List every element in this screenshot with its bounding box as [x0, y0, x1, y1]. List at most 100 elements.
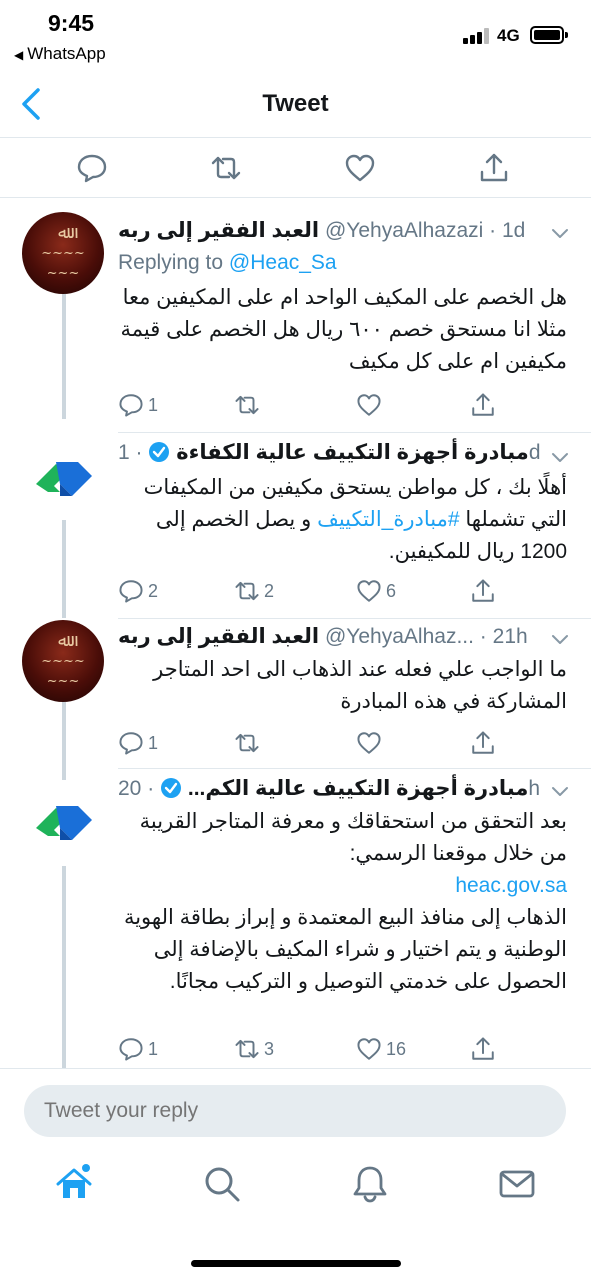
reply-button[interactable]: 1	[118, 728, 158, 758]
reply-icon	[119, 394, 143, 417]
reply-composer	[0, 1068, 591, 1150]
avatar-calligraphy: ~~~	[46, 674, 80, 689]
like-icon	[357, 394, 381, 416]
share-button[interactable]	[470, 1034, 496, 1064]
status-back-to-app[interactable]: ◀ WhatsApp	[14, 44, 106, 64]
share-button[interactable]	[470, 728, 496, 758]
new-content-dot	[82, 1164, 90, 1172]
tweet-text: بعد التحقق من استحقاقك و معرفة المتاجر ا…	[118, 806, 567, 998]
chevron-down-icon[interactable]	[549, 222, 571, 244]
chevron-down-icon[interactable]	[549, 628, 571, 650]
avatar[interactable]: ﷲ ~~~~ ~~~	[22, 620, 104, 702]
like-icon[interactable]	[344, 152, 376, 184]
reply-count: 1	[148, 394, 159, 415]
reply-count: 1	[148, 732, 159, 753]
replying-label: Replying to	[118, 251, 224, 274]
retweet-button[interactable]: 2	[234, 576, 274, 606]
reply-button[interactable]: 2	[118, 576, 158, 606]
mention-link[interactable]: @Heac_Sa	[229, 251, 337, 274]
avatar-calligraphy: ~~~	[46, 266, 80, 281]
tweet-actions: 1 3 16	[118, 1034, 498, 1064]
network-type: 4G	[497, 26, 520, 45]
reply-icon	[119, 1038, 143, 1061]
thread-line	[62, 520, 66, 618]
tweet-actions: 1	[118, 390, 498, 420]
tweet-actions: 2 2 6	[118, 576, 498, 606]
like-button[interactable]	[356, 728, 386, 758]
like-button[interactable]: 6	[356, 576, 396, 606]
retweet-button[interactable]	[234, 390, 264, 420]
retweet-count: 3	[264, 1038, 275, 1059]
like-icon	[357, 1038, 381, 1060]
chevron-down-icon[interactable]	[549, 780, 571, 802]
divider	[118, 618, 591, 619]
verified-badge-icon	[149, 442, 170, 462]
display-name[interactable]: العبد الفقير إلى ربه	[118, 625, 319, 648]
reply-button[interactable]: 1	[118, 1034, 158, 1064]
share-icon	[472, 579, 494, 602]
tweet-text: أهلًا بك ، كل مواطن يستحق مكيفين من المك…	[118, 472, 567, 568]
verified-badge-icon	[161, 778, 182, 798]
page-title: Tweet	[262, 90, 329, 117]
like-button[interactable]: 16	[356, 1034, 406, 1064]
messages-icon[interactable]	[497, 1164, 537, 1204]
share-icon[interactable]	[478, 152, 510, 184]
divider	[118, 432, 591, 433]
retweet-icon[interactable]	[210, 152, 242, 184]
hashtag-link[interactable]: #مبادرة_التكييف	[317, 508, 459, 531]
dot-separator: ·	[479, 625, 487, 648]
share-button[interactable]	[470, 390, 496, 420]
share-button[interactable]	[470, 576, 496, 606]
avatar-calligraphy: ~~~~	[41, 246, 85, 261]
avatar[interactable]	[22, 436, 104, 518]
share-icon	[472, 1037, 494, 1060]
nav-bar: Tweet	[0, 72, 591, 138]
like-count: 6	[386, 580, 397, 601]
reply-count: 1	[148, 1038, 159, 1059]
retweet-button[interactable]: 3	[234, 1034, 274, 1064]
avatar[interactable]: ﷲ ~~~~ ~~~	[22, 212, 104, 294]
reply-button[interactable]: 1	[118, 390, 158, 420]
status-time: 9:45	[48, 10, 95, 36]
retweet-button[interactable]	[234, 728, 264, 758]
status-back-label: WhatsApp	[27, 44, 106, 63]
dot-separator: ·	[147, 777, 155, 800]
tweet-actions: 1	[118, 728, 498, 758]
chevron-down-icon[interactable]	[549, 446, 571, 468]
tweet-header: العبد الفقير إلى ربه @YehyaAlhaz... · 21…	[118, 624, 571, 654]
back-triangle-icon: ◀	[14, 48, 24, 62]
timestamp: 21h	[492, 625, 528, 648]
status-bar: 9:45 ◀ WhatsApp 4G	[0, 0, 591, 72]
tweet-text: ما الواجب علي فعله عند الذهاب الى احد ال…	[153, 658, 567, 713]
handle[interactable]: @YehyaAlhaz...	[325, 625, 474, 648]
home-indicator[interactable]	[191, 1260, 401, 1267]
like-icon	[357, 580, 381, 602]
battery-icon	[530, 26, 568, 44]
handle[interactable]: @YehyaAlhazazi	[325, 219, 483, 242]
retweet-icon	[235, 733, 259, 753]
display-name[interactable]: مبادرة أجهزة التكييف عالية الكفاءة	[176, 441, 529, 464]
search-icon[interactable]	[202, 1164, 242, 1204]
reply-icon[interactable]	[76, 152, 108, 184]
signal-icon	[463, 28, 491, 44]
like-count: 16	[386, 1038, 407, 1059]
divider	[118, 768, 591, 769]
like-button[interactable]	[356, 390, 386, 420]
share-icon	[472, 731, 494, 754]
display-name[interactable]: العبد الفقير إلى ربه	[118, 219, 319, 242]
notifications-icon[interactable]	[350, 1164, 390, 1204]
heac-logo-icon	[36, 462, 92, 496]
tweet-text: هل الخصم على المكيف الواحد ام على المكيف…	[120, 286, 567, 373]
retweet-icon	[235, 581, 259, 601]
avatar[interactable]	[22, 780, 104, 862]
reply-input[interactable]	[24, 1085, 566, 1137]
website-link[interactable]: heac.gov.sa	[118, 870, 567, 902]
replying-to: Replying to @Heac_Sa	[118, 251, 337, 275]
tweet-header: العبد الفقير إلى ربه @YehyaAlhazazi · 1d	[118, 218, 571, 248]
display-name[interactable]: مبادرة أجهزة التكييف عالية الكم...	[188, 777, 528, 800]
reply-icon	[119, 580, 143, 603]
retweet-icon	[235, 395, 259, 415]
tweet-text-part: بعد التحقق من استحقاقك و معرفة المتاجر ا…	[139, 810, 567, 865]
avatar-calligraphy: ﷲ	[58, 223, 68, 243]
tweet-header: مبادرة أجهزة التكييف عالية الكفاءة · 1d	[118, 440, 571, 470]
